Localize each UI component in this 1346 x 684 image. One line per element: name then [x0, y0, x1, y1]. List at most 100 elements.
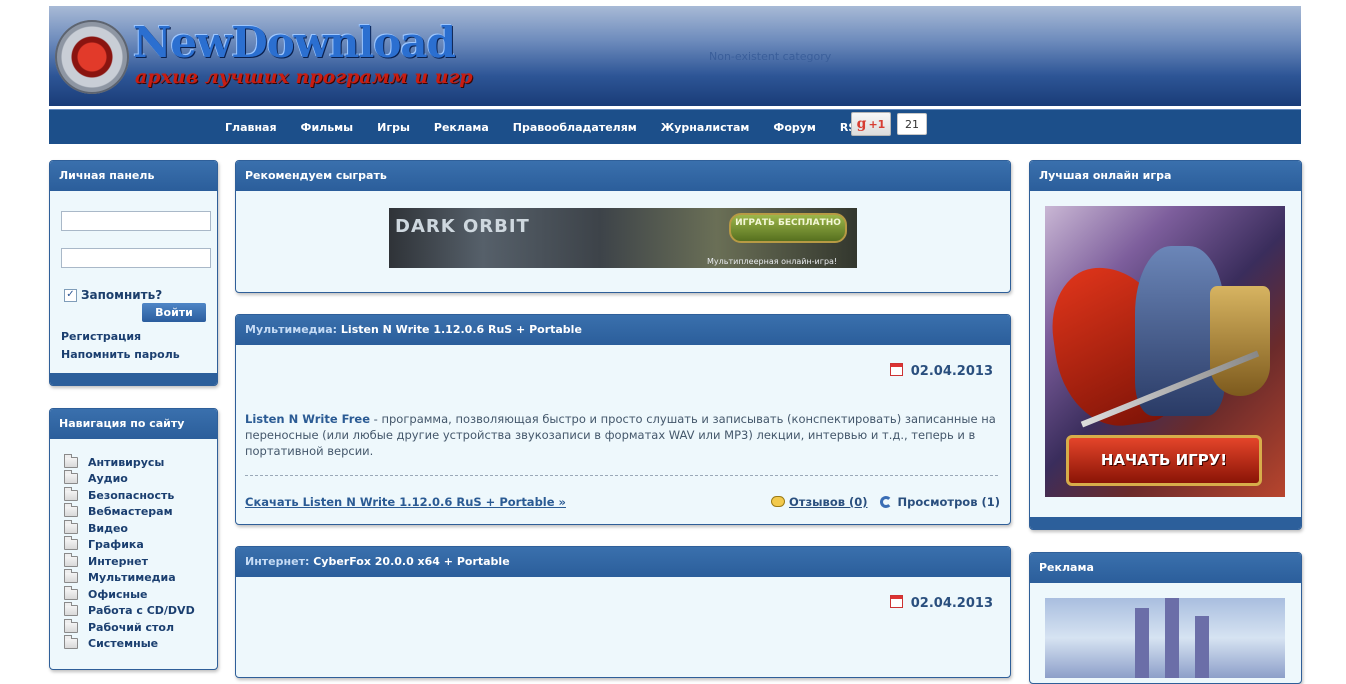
category-label: Аудио	[88, 472, 128, 486]
header-note: Non-existent category	[709, 50, 832, 63]
folder-icon	[64, 585, 78, 600]
category-item[interactable]: Интернет	[64, 552, 195, 570]
post-category[interactable]: Интернет:	[245, 555, 309, 568]
category-label: Офисные	[88, 587, 148, 601]
panel-footer	[1030, 517, 1301, 529]
panel-footer	[50, 373, 217, 385]
category-item[interactable]: Вебмастерам	[64, 503, 195, 521]
logo-subtitle: архив лучших программ и игр	[135, 66, 473, 88]
panel-title: Личная панель	[50, 161, 217, 191]
gplus-widget: g +1 21	[851, 112, 927, 136]
category-item[interactable]: Антивирусы	[64, 453, 195, 471]
nav-item-films[interactable]: Фильмы	[301, 121, 354, 134]
register-link[interactable]: Регистрация	[61, 330, 141, 343]
category-label: Видео	[88, 521, 128, 535]
reviews-link[interactable]: Отзывов (0)	[771, 495, 868, 509]
category-item[interactable]: Аудио	[64, 470, 195, 488]
category-item[interactable]: Видео	[64, 519, 195, 537]
nav-item-ads[interactable]: Реклама	[434, 121, 489, 134]
ad-art-tower	[1165, 598, 1179, 678]
views-label: Просмотров (1)	[897, 495, 1000, 509]
category-item[interactable]: Мультимедиа	[64, 569, 195, 587]
post-meta: Отзывов (0) Просмотров (1)	[771, 495, 1000, 509]
views-count: Просмотров (1)	[879, 495, 1000, 509]
comments-icon	[771, 496, 786, 507]
folder-icon	[64, 618, 78, 633]
folder-icon	[64, 552, 78, 567]
category-label: Мультимедиа	[88, 571, 176, 585]
ad-art-tower	[1135, 608, 1149, 678]
post-date: 02.04.2013	[889, 363, 993, 379]
reviews-label[interactable]: Отзывов (0)	[789, 495, 868, 509]
login-password-input[interactable]	[61, 248, 211, 268]
post-title-text[interactable]: Listen N Write 1.12.0.6 RuS + Portable	[341, 323, 582, 336]
login-button[interactable]: Войти	[142, 303, 206, 322]
remember-checkbox[interactable]: ✓	[64, 288, 77, 302]
remember-me[interactable]: ✓ Запомнить?	[64, 288, 162, 302]
category-list: Антивирусы Аудио Безопасность Вебмастера…	[64, 453, 195, 652]
category-item[interactable]: Работа с CD/DVD	[64, 602, 195, 620]
post-date-text: 02.04.2013	[910, 364, 993, 379]
banner-caption: Мультиплеерная онлайн-игра!	[707, 257, 838, 266]
post-category[interactable]: Мультимедиа:	[245, 323, 337, 336]
category-label: Работа с CD/DVD	[88, 604, 195, 618]
gplus-label: +1	[868, 117, 886, 131]
folder-icon	[64, 635, 78, 650]
calendar-icon	[889, 363, 903, 376]
category-label: Интернет	[88, 554, 148, 568]
folder-icon	[64, 602, 78, 617]
game-ad-image[interactable]: НАЧАТЬ ИГРУ!	[1045, 206, 1285, 497]
news-post: Интернет: CyberFox 20.0.0 x64 + Portable…	[235, 546, 1011, 678]
ad-image[interactable]	[1045, 598, 1285, 678]
nav-item-forum[interactable]: Форум	[773, 121, 816, 134]
ad-panel: Реклама	[1029, 552, 1302, 684]
panel-title: Реклама	[1030, 553, 1301, 583]
post-description-strong: Listen N Write Free	[245, 412, 371, 426]
gear-logo-icon	[55, 20, 129, 94]
site-logo[interactable]: NewDownload архив лучших программ и игр	[55, 18, 473, 98]
nav-item-journalists[interactable]: Журналистам	[661, 121, 750, 134]
nav-item-home[interactable]: Главная	[225, 121, 277, 134]
post-date: 02.04.2013	[889, 595, 993, 611]
post-date-text: 02.04.2013	[910, 596, 993, 611]
post-divider	[245, 475, 998, 476]
category-item[interactable]: Офисные	[64, 585, 195, 603]
views-icon	[879, 496, 892, 508]
download-link[interactable]: Скачать Listen N Write 1.12.0.6 RuS + Po…	[245, 495, 566, 509]
gplus-count: 21	[897, 113, 927, 135]
folder-icon	[64, 536, 78, 551]
category-label: Антивирусы	[88, 455, 165, 469]
login-username-input[interactable]	[61, 211, 211, 231]
post-title[interactable]: Мультимедиа: Listen N Write 1.12.0.6 RuS…	[236, 315, 1010, 345]
recommend-panel: Рекомендуем сыграть DARK ORBIT ИГРАТЬ БЕ…	[235, 160, 1011, 293]
news-post: Мультимедиа: Listen N Write 1.12.0.6 RuS…	[235, 314, 1011, 525]
main-nav: Главная Фильмы Игры Реклама Правообладат…	[49, 109, 1301, 144]
category-label: Вебмастерам	[88, 505, 173, 519]
ad-art-tower	[1195, 616, 1209, 678]
post-title[interactable]: Интернет: CyberFox 20.0.0 x64 + Portable	[236, 547, 1010, 577]
remind-password-link[interactable]: Напомнить пароль	[61, 348, 180, 361]
folder-icon	[64, 519, 78, 534]
logo-title: NewDownload	[133, 18, 456, 67]
nav-item-games[interactable]: Игры	[377, 121, 410, 134]
category-label: Рабочий стол	[88, 620, 175, 634]
category-label: Графика	[88, 538, 144, 552]
category-item[interactable]: Графика	[64, 536, 195, 554]
folder-icon	[64, 569, 78, 584]
post-title-text[interactable]: CyberFox 20.0.0 x64 + Portable	[313, 555, 509, 568]
google-plus-icon: g	[856, 116, 867, 132]
remember-label: Запомнить?	[81, 288, 163, 302]
start-game-button[interactable]: НАЧАТЬ ИГРУ!	[1066, 435, 1262, 486]
panel-title: Лучшая онлайн игра	[1030, 161, 1301, 191]
panel-title: Навигация по сайту	[50, 409, 217, 439]
gplus-button[interactable]: g +1	[851, 112, 891, 136]
calendar-icon	[889, 595, 903, 608]
category-item[interactable]: Рабочий стол	[64, 618, 195, 636]
folder-icon	[64, 470, 78, 485]
nav-item-copyright[interactable]: Правообладателям	[513, 121, 637, 134]
login-panel: Личная панель ✓ Запомнить? Войти Регистр…	[49, 160, 218, 386]
category-item[interactable]: Безопасность	[64, 486, 195, 504]
banner-play-button[interactable]: ИГРАТЬ БЕСПЛАТНО	[729, 213, 847, 243]
best-game-panel: Лучшая онлайн игра НАЧАТЬ ИГРУ!	[1029, 160, 1302, 530]
game-banner[interactable]: DARK ORBIT ИГРАТЬ БЕСПЛАТНО Мультиплеерн…	[389, 208, 857, 268]
